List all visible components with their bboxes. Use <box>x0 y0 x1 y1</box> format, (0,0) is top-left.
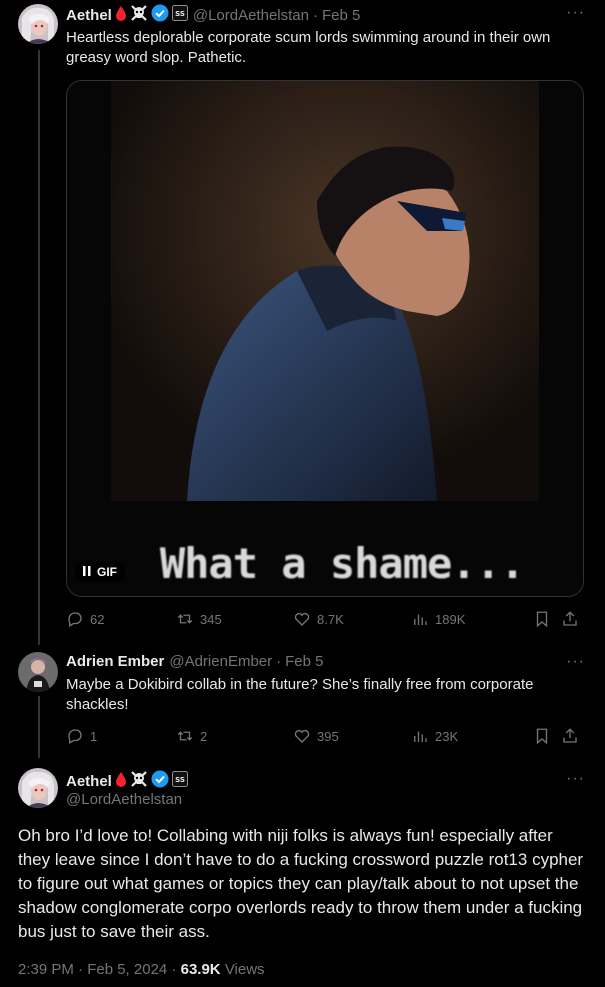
tweet-actions: 1 2 395 23K <box>66 727 584 745</box>
verified-badge-icon[interactable] <box>151 770 169 792</box>
share-button[interactable] <box>561 610 581 628</box>
views-label: Views <box>224 961 265 978</box>
affiliate-badge-icon[interactable]: SS <box>171 771 188 791</box>
display-name[interactable]: Adrien Ember <box>66 653 164 670</box>
tweet-text: Oh bro I’d love to! Collabing with niji … <box>18 826 584 941</box>
tweet-header: Adrien Ember @AdrienEmber · Feb 5 <box>66 653 324 670</box>
views-chart-icon <box>414 731 427 742</box>
reply-button[interactable]: 62 <box>66 610 176 628</box>
views-chart-icon <box>414 614 427 625</box>
avatar[interactable] <box>18 768 58 808</box>
tweet-date[interactable]: Feb 5 <box>285 653 323 670</box>
gif-caption: What a shame... <box>159 539 525 588</box>
more-options-icon[interactable]: ··· <box>566 4 585 22</box>
bookmark-button[interactable] <box>533 727 561 745</box>
dot-separator: · <box>171 961 177 978</box>
tweet-date[interactable]: Feb 5 <box>322 7 360 24</box>
retweet-icon <box>177 614 193 624</box>
share-icon <box>563 728 577 743</box>
tweet-text: Heartless deplorable corporate scum lord… <box>66 29 551 66</box>
pause-icon[interactable] <box>83 565 91 579</box>
gif-frame-image <box>67 81 583 596</box>
views-button[interactable]: 23K <box>411 727 533 745</box>
gif-badge[interactable]: GIF <box>75 562 125 582</box>
handle[interactable]: @LordAethelstan <box>66 791 182 808</box>
avatar[interactable] <box>18 4 58 44</box>
tweet-actions: 62 345 8.7K 189K <box>66 610 584 628</box>
views-count: 189K <box>435 611 466 627</box>
like-count: 8.7K <box>317 611 344 627</box>
svg-text:SS: SS <box>175 776 185 784</box>
heart-icon <box>294 612 310 626</box>
retweet-button[interactable]: 345 <box>176 610 293 628</box>
tweet-text: Maybe a Dokibird collab in the future? S… <box>66 676 534 713</box>
views-button[interactable]: 189K <box>411 610 533 628</box>
more-options-icon[interactable]: ··· <box>566 653 585 671</box>
reply-icon <box>68 729 82 744</box>
gif-media[interactable]: What a shame... GIF <box>66 80 584 597</box>
affiliate-badge-icon[interactable]: SS <box>171 5 188 25</box>
tweet-1[interactable]: Aethel SS @LordAethelstan · Feb 5 ··· He… <box>0 0 605 640</box>
skull-crossbones-icon <box>130 770 148 792</box>
bookmark-icon <box>536 728 548 745</box>
reply-count: 62 <box>90 611 105 627</box>
dot-separator: · <box>312 6 318 24</box>
handle[interactable]: @LordAethelstan <box>193 7 309 24</box>
gif-label: GIF <box>97 565 117 579</box>
retweet-icon <box>177 731 193 741</box>
views-total: 63.9K <box>180 961 221 978</box>
views-count: 23K <box>435 728 459 744</box>
bookmark-button[interactable] <box>533 610 561 628</box>
avatar[interactable] <box>18 652 58 692</box>
tweet-meta: 2:39 PM · Feb 5, 2024 · 63.9K Views <box>18 961 265 978</box>
tweet-header: Aethel SS @LordAethelstan · Feb 5 <box>66 4 360 26</box>
reply-button[interactable]: 1 <box>66 727 176 745</box>
retweet-count: 345 <box>200 611 222 627</box>
tweet-2[interactable]: Adrien Ember @AdrienEmber · Feb 5 ··· Ma… <box>0 650 605 760</box>
retweet-count: 2 <box>200 728 208 744</box>
like-button[interactable]: 395 <box>293 727 411 745</box>
blood-drop-icon <box>115 771 127 791</box>
like-count: 395 <box>317 728 339 744</box>
svg-text:SS: SS <box>175 10 185 18</box>
reply-count: 1 <box>90 728 98 744</box>
tweet-timestamp[interactable]: 2:39 PM · Feb 5, 2024 <box>18 961 167 978</box>
dot-separator: · <box>276 653 282 670</box>
tweet-header: Aethel SS <box>66 770 188 792</box>
heart-icon <box>294 729 310 743</box>
bookmark-icon <box>536 611 548 628</box>
like-button[interactable]: 8.7K <box>293 610 411 628</box>
blood-drop-icon <box>115 5 127 25</box>
share-icon <box>563 611 577 626</box>
skull-crossbones-icon <box>130 4 148 26</box>
reply-icon <box>68 612 82 627</box>
share-button[interactable] <box>561 727 581 745</box>
verified-badge-icon[interactable] <box>151 4 169 26</box>
retweet-button[interactable]: 2 <box>176 727 293 745</box>
handle[interactable]: @AdrienEmber <box>169 653 272 670</box>
more-options-icon[interactable]: ··· <box>566 770 585 788</box>
display-name[interactable]: Aethel <box>66 773 112 790</box>
display-name[interactable]: Aethel <box>66 7 112 24</box>
